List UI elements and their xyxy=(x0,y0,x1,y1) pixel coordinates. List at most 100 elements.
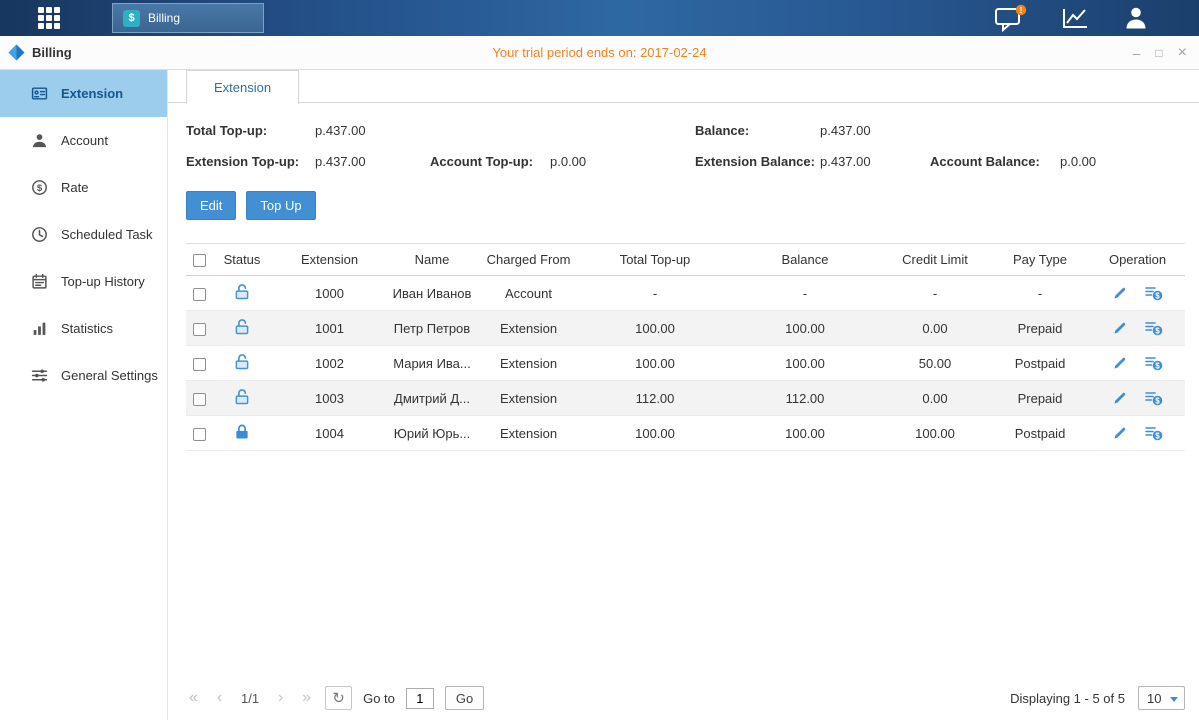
reports-chart-icon[interactable] xyxy=(1060,6,1090,30)
top-up-row-icon[interactable]: $ xyxy=(1145,320,1163,336)
sidebar: Extension Account $ Rate Scheduled Task xyxy=(0,70,168,720)
account-topup-label: Account Top-up: xyxy=(430,154,533,169)
total-topup-label: Total Top-up: xyxy=(186,123,267,138)
sidebar-item-rate[interactable]: $ Rate xyxy=(0,164,167,211)
summary-panel: Total Top-up: p.437.00 Balance: p.437.00… xyxy=(168,103,1199,178)
total-topup: 100.00 xyxy=(580,321,730,336)
edit-row-icon[interactable] xyxy=(1112,390,1128,406)
extension-number: 1001 xyxy=(272,321,387,336)
table-row: 1001 Петр Петров Extension 100.00 100.00… xyxy=(186,311,1185,346)
minimize-icon[interactable]: – xyxy=(1133,46,1141,60)
top-up-row-icon[interactable]: $ xyxy=(1145,355,1163,371)
header-pay-type: Pay Type xyxy=(990,252,1090,267)
notifications-icon[interactable]: ! xyxy=(994,4,1027,32)
extension-topup-label: Extension Top-up: xyxy=(186,154,299,169)
table-row: 1004 Юрий Юрь... Extension 100.00 100.00… xyxy=(186,416,1185,451)
top-up-row-icon[interactable]: $ xyxy=(1145,425,1163,441)
table-row: 1000 Иван Иванов Account - - - - $ xyxy=(186,276,1185,311)
edit-row-icon[interactable] xyxy=(1112,425,1128,441)
extension-table: Status Extension Name Charged From Total… xyxy=(186,243,1185,451)
extension-name: Юрий Юрь... xyxy=(387,426,477,441)
edit-row-icon[interactable] xyxy=(1112,320,1128,336)
svg-text:$: $ xyxy=(36,183,42,194)
next-page-icon[interactable]: › xyxy=(273,689,288,707)
balance-value: p.437.00 xyxy=(820,123,871,138)
lock-status-icon[interactable] xyxy=(233,388,251,406)
edit-row-icon[interactable] xyxy=(1112,355,1128,371)
row-checkbox[interactable] xyxy=(193,358,206,371)
top-up-row-icon[interactable]: $ xyxy=(1145,390,1163,406)
app-tab-billing[interactable]: $ Billing xyxy=(112,3,264,33)
extension-number: 1000 xyxy=(272,286,387,301)
charged-from: Extension xyxy=(477,356,580,371)
edit-button[interactable]: Edit xyxy=(186,191,236,220)
svg-text:!: ! xyxy=(1020,5,1023,15)
header-total-topup: Total Top-up xyxy=(580,252,730,267)
maximize-icon[interactable]: □ xyxy=(1155,47,1162,59)
total-topup-value: p.437.00 xyxy=(315,123,366,138)
refresh-icon[interactable]: ↻ xyxy=(325,686,352,710)
balance: 100.00 xyxy=(730,426,880,441)
credit-limit: - xyxy=(880,286,990,301)
header-balance: Balance xyxy=(730,252,880,267)
total-topup: 100.00 xyxy=(580,426,730,441)
table-row: 1002 Мария Ива... Extension 100.00 100.0… xyxy=(186,346,1185,381)
svg-text:$: $ xyxy=(1155,361,1160,370)
row-checkbox[interactable] xyxy=(193,288,206,301)
lock-status-icon[interactable] xyxy=(233,283,251,301)
sidebar-item-statistics[interactable]: Statistics xyxy=(0,305,167,352)
edit-row-icon[interactable] xyxy=(1112,285,1128,301)
close-icon[interactable]: × xyxy=(1178,45,1187,61)
sidebar-item-general-settings[interactable]: General Settings xyxy=(0,352,167,399)
charged-from: Account xyxy=(477,286,580,301)
pay-type: Postpaid xyxy=(990,356,1090,371)
extension-icon xyxy=(30,85,48,103)
sidebar-item-account[interactable]: Account xyxy=(0,117,167,164)
go-button[interactable]: Go xyxy=(445,686,484,710)
user-account-icon[interactable] xyxy=(1123,5,1149,31)
goto-page-input[interactable] xyxy=(406,688,434,709)
extension-balance-value: p.437.00 xyxy=(820,154,871,169)
tab-extension[interactable]: Extension xyxy=(186,70,299,104)
sliders-icon xyxy=(30,367,48,385)
top-up-button[interactable]: Top Up xyxy=(246,191,315,220)
extension-balance-label: Extension Balance: xyxy=(695,154,815,169)
header-name: Name xyxy=(387,252,477,267)
account-balance-value: p.0.00 xyxy=(1060,154,1096,169)
lock-status-icon[interactable] xyxy=(233,423,251,441)
table-header-row: Status Extension Name Charged From Total… xyxy=(186,243,1185,276)
sidebar-item-label: Extension xyxy=(61,86,123,101)
balance: - xyxy=(730,286,880,301)
sidebar-item-label: Scheduled Task xyxy=(61,227,153,242)
extension-number: 1002 xyxy=(272,356,387,371)
top-up-row-icon[interactable]: $ xyxy=(1145,285,1163,301)
last-page-icon[interactable]: » xyxy=(299,689,314,707)
charged-from: Extension xyxy=(477,391,580,406)
credit-limit: 0.00 xyxy=(880,391,990,406)
select-all-checkbox[interactable] xyxy=(193,254,206,267)
row-checkbox[interactable] xyxy=(193,323,206,336)
page-size-select[interactable]: 10 xyxy=(1138,686,1185,710)
sidebar-item-scheduled-task[interactable]: Scheduled Task xyxy=(0,211,167,258)
extension-name: Петр Петров xyxy=(387,321,477,336)
extension-name: Дмитрий Д... xyxy=(387,391,477,406)
clock-icon xyxy=(30,226,48,244)
lock-status-icon[interactable] xyxy=(233,353,251,371)
row-checkbox[interactable] xyxy=(193,428,206,441)
calendar-icon xyxy=(30,273,48,291)
lock-status-icon[interactable] xyxy=(233,318,251,336)
window-titlebar: Billing Your trial period ends on: 2017-… xyxy=(0,36,1199,70)
row-checkbox[interactable] xyxy=(193,393,206,406)
tabbar: Extension xyxy=(168,70,1199,103)
prev-page-icon[interactable]: ‹ xyxy=(212,689,227,707)
app-launcher-icon[interactable] xyxy=(38,7,60,29)
main-content: Extension Total Top-up: p.437.00 Balance… xyxy=(168,70,1199,720)
extension-number: 1004 xyxy=(272,426,387,441)
svg-text:$: $ xyxy=(1155,291,1160,300)
first-page-icon[interactable]: « xyxy=(186,689,201,707)
topbar: $ Billing ! xyxy=(0,0,1199,36)
sidebar-item-extension[interactable]: Extension xyxy=(0,70,167,117)
account-icon xyxy=(30,132,48,150)
extension-name: Мария Ива... xyxy=(387,356,477,371)
sidebar-item-topup-history[interactable]: Top-up History xyxy=(0,258,167,305)
